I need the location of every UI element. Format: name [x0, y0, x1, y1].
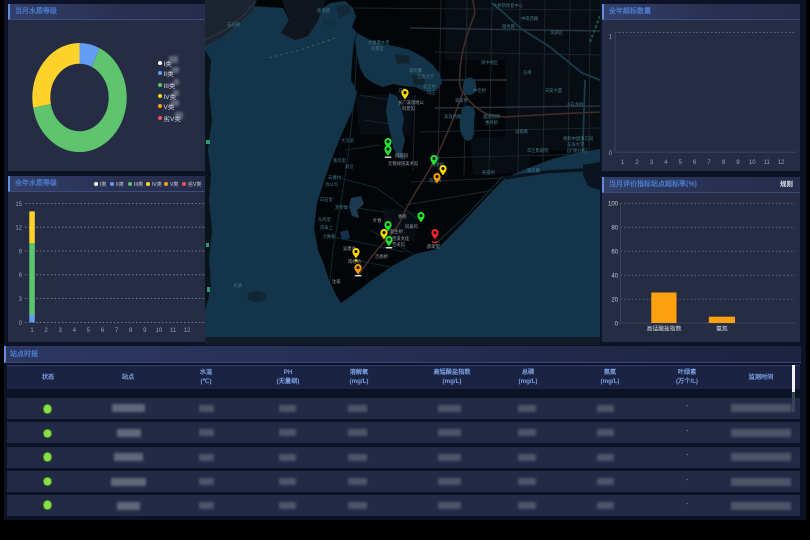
svg-text:宝溪文化: 宝溪文化 — [392, 235, 410, 242]
svg-text:大渔港乡老: 大渔港乡老 — [368, 39, 390, 46]
svg-text:9: 9 — [143, 328, 147, 334]
svg-text:科普馆: 科普馆 — [402, 105, 416, 112]
svg-text:7: 7 — [707, 160, 711, 166]
svg-text:7: 7 — [115, 328, 119, 334]
svg-text:薛家里: 薛家里 — [427, 243, 441, 250]
svg-text:青桥: 青桥 — [398, 213, 407, 220]
svg-text:V类: V类 — [170, 181, 178, 188]
svg-text:东绛: 东绛 — [523, 69, 532, 76]
svg-text:高锰酸盐指数: 高锰酸盐指数 — [647, 325, 682, 333]
svg-text:江南大学: 江南大学 — [417, 73, 435, 80]
svg-text:南泰上: 南泰上 — [320, 224, 334, 230]
svg-text:3: 3 — [650, 160, 654, 166]
svg-text:大桥新体育中心: 大桥新体育中心 — [493, 2, 524, 9]
svg-text:龙亭坳: 龙亭坳 — [335, 204, 349, 211]
svg-text:12: 12 — [184, 328, 191, 334]
svg-text:9: 9 — [736, 160, 740, 166]
svg-text:惠风桥: 惠风桥 — [485, 119, 499, 126]
svg-text:0: 0 — [19, 321, 23, 327]
svg-text:中南西路: 中南西路 — [521, 15, 539, 22]
svg-text:1: 1 — [30, 328, 34, 334]
svg-text:格和中国慎芯园: 格和中国慎芯园 — [563, 135, 593, 142]
svg-text:艺术馆: 艺术馆 — [392, 241, 406, 248]
svg-text:0: 0 — [609, 151, 613, 157]
svg-text:隐秀路: 隐秀路 — [502, 23, 516, 30]
svg-text:11: 11 — [170, 328, 177, 334]
svg-text:天安大厦: 天安大厦 — [545, 87, 563, 94]
svg-text:滨湖区: 滨湖区 — [550, 29, 564, 36]
svg-text:6: 6 — [101, 328, 105, 334]
svg-text:汤公坞: 汤公坞 — [325, 181, 338, 188]
svg-text:6: 6 — [693, 160, 697, 166]
svg-text:8: 8 — [722, 160, 726, 166]
svg-text:高浪西路: 高浪西路 — [444, 113, 462, 120]
svg-text:渔港路: 渔港路 — [317, 7, 331, 14]
svg-text:羊槐村: 羊槐村 — [328, 174, 342, 181]
svg-text:II类: II类 — [116, 181, 124, 188]
svg-text:4: 4 — [73, 328, 77, 334]
svg-text:大汾垻: 大汾垻 — [341, 137, 355, 144]
svg-text:小漓港: 小漓港 — [322, 233, 336, 240]
svg-text:园润园: 园润园 — [395, 152, 408, 159]
svg-text:9: 9 — [19, 249, 23, 255]
svg-text:白石里: 白石里 — [320, 196, 334, 203]
svg-text:劣V类: 劣V类 — [188, 181, 201, 188]
svg-text:高区路: 高区路 — [527, 167, 541, 174]
svg-text:蠡湖国际: 蠡湖国际 — [483, 113, 501, 120]
svg-text:(无锡分校): (无锡分校) — [567, 147, 588, 154]
svg-text:沈家: 沈家 — [332, 278, 341, 285]
svg-text:2: 2 — [635, 160, 639, 166]
svg-text:梁中地区: 梁中地区 — [481, 59, 499, 66]
svg-text:培庄: 培庄 — [427, 89, 436, 96]
svg-text:石皮峭: 石皮峭 — [227, 21, 241, 28]
svg-text:中佳桥: 中佳桥 — [473, 87, 487, 94]
svg-text:100: 100 — [608, 202, 619, 208]
svg-text:10: 10 — [749, 160, 756, 166]
svg-text:10: 10 — [156, 328, 163, 334]
svg-text:40: 40 — [611, 274, 618, 280]
svg-text:12: 12 — [15, 226, 22, 232]
svg-text:南杨桥: 南杨桥 — [348, 258, 362, 265]
svg-text:东海大学: 东海大学 — [567, 141, 585, 148]
svg-text:无锡绿道美术馆: 无锡绿道美术馆 — [388, 160, 419, 167]
svg-text:新生桥: 新生桥 — [390, 228, 404, 235]
svg-text:1: 1 — [621, 160, 625, 166]
svg-text:I类: I类 — [100, 181, 106, 188]
svg-text:5: 5 — [87, 328, 91, 334]
svg-text:8: 8 — [129, 328, 133, 334]
svg-text:IV类: IV类 — [152, 181, 162, 188]
svg-text:2: 2 — [44, 328, 48, 334]
svg-text:大湖: 大湖 — [233, 282, 242, 289]
svg-text:3: 3 — [59, 328, 63, 334]
svg-text:5: 5 — [679, 160, 683, 166]
svg-text:吴都路: 吴都路 — [515, 128, 529, 135]
svg-text:容亘: 容亘 — [345, 163, 354, 170]
svg-text:氨氮: 氨氮 — [716, 325, 728, 333]
svg-text:1: 1 — [609, 34, 613, 40]
svg-text:60: 60 — [611, 250, 618, 256]
svg-text:郑家界: 郑家界 — [455, 97, 469, 104]
svg-text:东鸠里: 东鸠里 — [318, 216, 332, 223]
svg-text:6: 6 — [19, 273, 23, 279]
svg-text:同泰坞: 同泰坞 — [405, 223, 418, 230]
svg-text:3: 3 — [19, 297, 23, 303]
svg-text:北正桥: 北正桥 — [423, 83, 437, 90]
svg-text:寿安桥: 寿安桥 — [482, 169, 496, 176]
svg-text:华庄影剧院: 华庄影剧院 — [527, 147, 549, 154]
svg-text:叶春: 叶春 — [373, 217, 382, 224]
svg-text:12: 12 — [778, 160, 785, 166]
svg-text:11: 11 — [764, 160, 771, 166]
svg-text:0: 0 — [615, 321, 619, 327]
svg-text:20: 20 — [611, 298, 618, 304]
svg-text:III类: III类 — [134, 181, 143, 188]
svg-text:重坞里: 重坞里 — [333, 157, 347, 164]
svg-text:湖亮量: 湖亮量 — [409, 67, 423, 74]
svg-text:吉杨桥: 吉杨桥 — [375, 253, 389, 260]
svg-text:长广溪湿地公: 长广溪湿地公 — [398, 99, 424, 106]
svg-text:小白龙桥: 小白龙桥 — [566, 101, 584, 108]
svg-text:15: 15 — [15, 202, 22, 208]
svg-text:4: 4 — [664, 160, 668, 166]
svg-text:80: 80 — [611, 226, 618, 232]
